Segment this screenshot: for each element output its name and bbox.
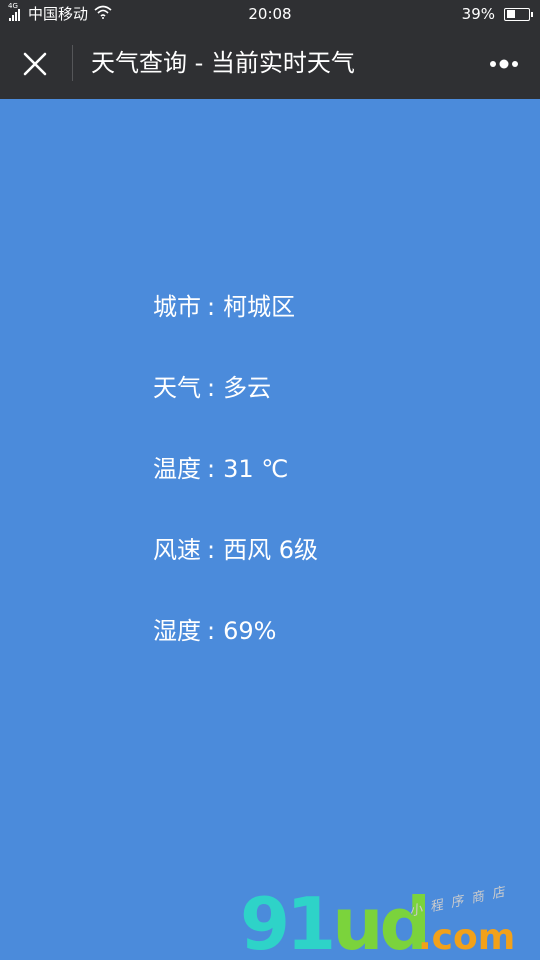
- weather-row-temperature: 温度:31 ℃: [153, 450, 318, 531]
- watermark-domain: .com: [418, 917, 516, 958]
- row-label: 城市: [153, 293, 201, 321]
- watermark-logo: 91ud 小程序商店 .com: [240, 883, 540, 960]
- row-value: 柯城区: [223, 293, 296, 321]
- row-label: 风速: [153, 536, 201, 564]
- watermark-main: 91ud: [240, 888, 431, 960]
- weather-info-list: 城市: 柯城区 天气: 多云 温度:31 ℃ 风速: 西风 6级 湿度:69%: [153, 288, 318, 693]
- row-label: 天气: [153, 374, 201, 402]
- weather-row-city: 城市: 柯城区: [153, 288, 318, 369]
- weather-row-weather: 天气: 多云: [153, 369, 318, 450]
- status-bar: 4G 中国移动 20:08 39%: [0, 0, 540, 28]
- row-separator: :: [207, 536, 216, 564]
- more-icon[interactable]: [488, 50, 520, 78]
- row-label: 湿度: [153, 617, 201, 645]
- row-label: 温度: [153, 455, 201, 483]
- watermark-main-b: ud: [332, 882, 431, 960]
- nav-divider: [72, 45, 73, 81]
- row-separator: :: [207, 617, 216, 645]
- row-value: 31 ℃: [223, 455, 289, 483]
- status-right: 39%: [461, 0, 533, 28]
- row-value: 多云: [223, 374, 272, 402]
- battery-fill: [506, 10, 515, 18]
- page-title: 天气查询 - 当前实时天气: [91, 49, 355, 77]
- battery-icon: [504, 7, 533, 21]
- row-separator: :: [207, 293, 216, 321]
- watermark-main-a: 91: [240, 882, 336, 960]
- row-separator: :: [207, 455, 216, 483]
- row-value: 西风 6级: [223, 536, 318, 564]
- battery-percent: 39%: [461, 5, 495, 23]
- nav-bar: 天气查询 - 当前实时天气: [0, 28, 540, 99]
- row-separator: :: [207, 374, 216, 402]
- weather-row-humidity: 湿度:69%: [153, 612, 318, 693]
- row-value: 69%: [223, 617, 277, 645]
- weather-row-wind: 风速: 西风 6级: [153, 531, 318, 612]
- status-time: 20:08: [248, 5, 292, 23]
- close-icon[interactable]: [20, 49, 50, 79]
